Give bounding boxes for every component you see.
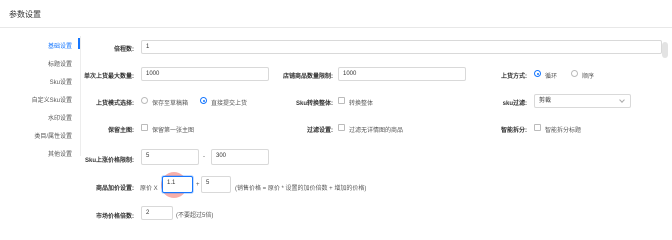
sku-price-min-input[interactable]: 5 xyxy=(141,149,199,165)
option-sku-convert: 转换整体 xyxy=(349,101,374,107)
price-hint: (销售价格 = 原价 * 设置的加价倍数 + 增加的价格) xyxy=(235,186,367,192)
sidebar-item-watermark[interactable]: 水印设置 xyxy=(48,113,72,122)
price-add-input[interactable]: 5 xyxy=(201,176,231,193)
multiplier-label: 倍程数: xyxy=(114,47,134,53)
sidebar-item-title[interactable]: 标题设置 xyxy=(48,59,72,68)
market-price-label: 市场价格倍数: xyxy=(96,214,134,220)
sku-filter-label: sku过滤: xyxy=(502,101,527,107)
market-price-hint: (不要超过5倍) xyxy=(176,213,214,219)
multiplier-input[interactable]: 1 xyxy=(141,40,662,54)
page-title: 参数设置 xyxy=(9,10,41,19)
checkbox-smart-split[interactable] xyxy=(534,124,541,131)
store-limit-label: 店铺商品数量限制: xyxy=(283,74,333,80)
option-save-draft: 保存至草稿箱 xyxy=(152,101,189,107)
option-submit-direct: 直接提交上货 xyxy=(211,101,248,107)
sidebar-item-sku[interactable]: Sku设置 xyxy=(50,77,72,86)
single-upload-input[interactable]: 1000 xyxy=(141,67,269,81)
upload-method-label: 上货方式: xyxy=(501,74,527,80)
checkbox-filter-setting[interactable] xyxy=(338,124,345,131)
option-sequence: 顺序 xyxy=(582,74,595,80)
option-smart-split: 智能拆分标题 xyxy=(545,128,582,134)
option-filter-setting: 过滤无详情图的商品 xyxy=(349,128,404,134)
sidebar-item-category[interactable]: 类目/属性设置 xyxy=(34,131,72,140)
option-keep-main: 保留第一张主图 xyxy=(152,128,195,134)
radio-loop[interactable] xyxy=(534,70,541,77)
sku-convert-label: Sku转换整体: xyxy=(295,101,333,107)
sku-filter-select[interactable]: 剪裁 xyxy=(534,94,631,108)
store-limit-input[interactable]: 1000 xyxy=(338,67,466,81)
keep-main-label: 保留主图: xyxy=(108,128,134,134)
market-price-input[interactable]: 2 xyxy=(141,206,173,220)
price-setting-label: 商品加价设置: xyxy=(96,186,134,192)
scrollbar[interactable] xyxy=(662,42,668,58)
plus-sign: + xyxy=(196,182,200,188)
radio-submit-direct[interactable] xyxy=(200,97,207,104)
sidebar-item-basic[interactable]: 基础设置 xyxy=(48,41,72,50)
sidebar-item-custom-sku[interactable]: 自定义Sku设置 xyxy=(32,95,72,104)
filter-setting-label: 过滤设置: xyxy=(307,128,333,134)
checkbox-keep-main[interactable] xyxy=(141,124,148,131)
radio-save-draft[interactable] xyxy=(141,97,148,104)
option-loop: 循环 xyxy=(545,74,558,80)
sku-price-max-input[interactable]: 300 xyxy=(211,149,269,165)
range-separator: - xyxy=(203,154,205,160)
price-prefix: 原价 X xyxy=(140,186,158,192)
upload-mode-label: 上货模式选择: xyxy=(96,101,134,107)
smart-split-label: 智能拆分: xyxy=(501,128,527,134)
sidebar-divider xyxy=(80,36,81,156)
radio-sequence[interactable] xyxy=(571,70,578,77)
checkbox-sku-convert[interactable] xyxy=(338,97,345,104)
single-upload-label: 单次上货最大数量: xyxy=(84,74,134,80)
sku-price-limit-label: Sku上涨价格限制: xyxy=(84,158,134,164)
header-divider xyxy=(0,27,672,28)
price-factor-input[interactable]: 1.1 xyxy=(162,176,193,193)
sidebar-item-other[interactable]: 其他设置 xyxy=(48,149,72,158)
